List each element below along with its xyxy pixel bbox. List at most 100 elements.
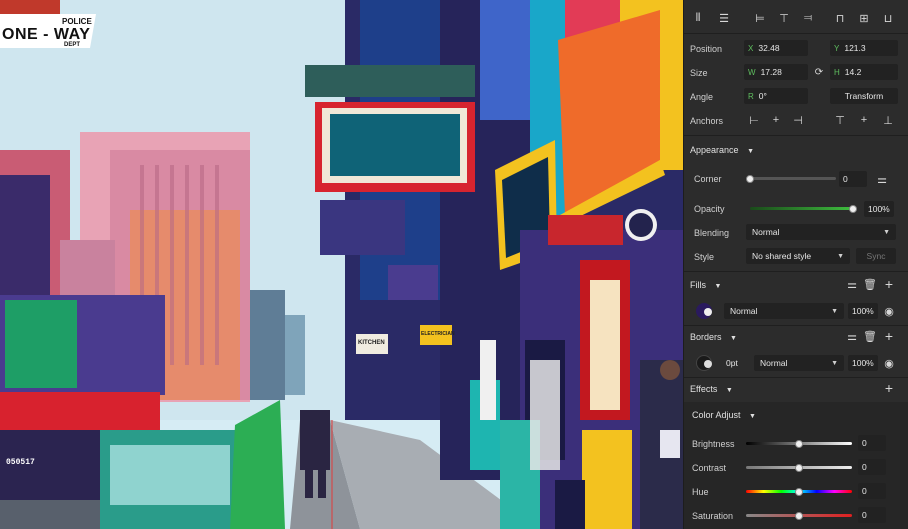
contrast-label: Contrast: [692, 463, 727, 473]
borders-title: Borders: [690, 332, 722, 342]
x-value: 32.48: [758, 43, 780, 53]
fill-opacity-value[interactable]: 100%: [848, 303, 878, 319]
style-label: Style: [694, 252, 715, 262]
shared-style-select[interactable]: No shared style ▼: [746, 248, 850, 264]
lock-proportions-icon[interactable]: ⟳: [811, 64, 827, 80]
opacity-slider-knob[interactable]: [849, 205, 857, 213]
dept-label: DEPT: [64, 42, 81, 48]
inspector-panel: ⫴ ☰ ⊨ ⊤ ⫤ ⊓ ⊞ ⊔ Position X 32.48 Y 121.3…: [683, 0, 908, 529]
fill-blend-select[interactable]: Normal ▼: [724, 303, 844, 319]
saturation-value[interactable]: 0: [858, 507, 886, 523]
corner-value[interactable]: 0: [839, 171, 867, 187]
hue-value[interactable]: 0: [858, 483, 886, 499]
caret-down-icon: ▼: [831, 359, 838, 367]
sync-button[interactable]: Sync: [856, 248, 896, 264]
border-settings-icon[interactable]: ⚌: [844, 328, 860, 344]
add-effect-icon[interactable]: +: [881, 380, 897, 396]
anchor-center-h-icon[interactable]: +: [768, 112, 784, 128]
align-middle-icon[interactable]: ⊞: [856, 10, 872, 26]
color-adjust-title: Color Adjust: [692, 410, 741, 420]
effects-section-header[interactable]: Effects ▼: [690, 384, 733, 394]
chevron-down-icon: ▼: [714, 283, 722, 290]
corner-label: Corner: [694, 174, 722, 184]
opacity-value[interactable]: 100%: [864, 201, 894, 217]
r-prefix: R: [748, 91, 754, 101]
corner-settings-icon[interactable]: ⚌: [874, 171, 890, 187]
kitchen-sign: KITCHEN: [358, 340, 385, 346]
position-x-field[interactable]: X 32.48: [744, 40, 808, 56]
opacity-slider-track[interactable]: [750, 207, 854, 210]
anchor-center-v-icon[interactable]: +: [856, 112, 872, 128]
anchor-right-icon[interactable]: ⊣: [790, 112, 806, 128]
border-opacity-value[interactable]: 100%: [848, 355, 878, 371]
saturation-label: Saturation: [692, 511, 734, 521]
blending-label: Blending: [694, 228, 730, 238]
opacity-label: Opacity: [694, 204, 725, 214]
trash-icon[interactable]: 🗑: [862, 328, 878, 344]
brightness-slider-knob[interactable]: [795, 440, 803, 448]
divider: [684, 271, 908, 272]
design-canvas[interactable]: ONE - WAY POLICE DEPT KITCHEN ELECTRICIA…: [0, 0, 683, 529]
size-w-field[interactable]: W 17.28: [744, 64, 808, 80]
brightness-label: Brightness: [692, 439, 735, 449]
app-window: ONE - WAY POLICE DEPT KITCHEN ELECTRICIA…: [0, 0, 908, 529]
align-bottom-icon[interactable]: ⊔: [880, 10, 896, 26]
fill-blend-value: Normal: [730, 306, 758, 316]
contrast-value[interactable]: 0: [858, 459, 886, 475]
eye-icon[interactable]: ◉: [881, 355, 897, 371]
blending-select[interactable]: Normal ▼: [746, 224, 896, 240]
transform-button[interactable]: Transform: [830, 88, 898, 104]
angle-label: Angle: [690, 92, 714, 102]
divider: [684, 135, 908, 136]
chevron-down-icon: ▼: [730, 335, 737, 342]
eye-icon[interactable]: ◉: [881, 303, 897, 319]
add-border-icon[interactable]: +: [881, 328, 897, 344]
anchor-bottom-icon[interactable]: ⊥: [880, 112, 896, 128]
align-left-icon[interactable]: ⊨: [752, 10, 768, 26]
corner-slider-track[interactable]: [750, 177, 836, 180]
anchors-label: Anchors: [690, 116, 724, 126]
caret-down-icon: ▼: [883, 228, 890, 236]
street-illustration: [0, 0, 683, 529]
brightness-value[interactable]: 0: [858, 435, 886, 451]
fill-color-indicator: [704, 308, 712, 316]
chevron-down-icon: ▼: [749, 413, 756, 420]
hue-slider-knob[interactable]: [795, 488, 803, 496]
saturation-slider-knob[interactable]: [795, 512, 803, 520]
anchor-top-icon[interactable]: ⊤: [832, 112, 848, 128]
style-value: No shared style: [752, 251, 812, 261]
fill-settings-icon[interactable]: ⚌: [844, 276, 860, 292]
borders-section-header[interactable]: Borders ▼: [690, 332, 737, 342]
color-adjust-header[interactable]: Color Adjust ▼: [692, 410, 756, 420]
border-width-value[interactable]: 0pt: [722, 355, 752, 371]
position-y-field[interactable]: Y 121.3: [830, 40, 898, 56]
blending-value: Normal: [752, 227, 780, 237]
border-blend-select[interactable]: Normal ▼: [754, 355, 844, 371]
chevron-down-icon: ▼: [747, 148, 754, 155]
h-prefix: H: [834, 67, 840, 77]
size-label: Size: [690, 68, 708, 78]
size-h-field[interactable]: H 14.2: [830, 64, 898, 80]
align-top-icon[interactable]: ⊓: [832, 10, 848, 26]
r-value: 0°: [758, 91, 767, 101]
chevron-down-icon: ▼: [725, 387, 733, 394]
anchor-left-icon[interactable]: ⊢: [746, 112, 762, 128]
x-prefix: X: [748, 43, 754, 53]
contrast-slider-knob[interactable]: [795, 464, 803, 472]
appearance-section-header[interactable]: Appearance ▼: [690, 145, 754, 155]
y-value: 121.3: [844, 43, 866, 53]
rotation-field[interactable]: R 0°: [744, 88, 808, 104]
align-right-icon[interactable]: ⫤: [800, 10, 816, 26]
trash-icon[interactable]: 🗑: [862, 276, 878, 292]
fills-title: Fills: [690, 280, 706, 290]
corner-slider-knob[interactable]: [746, 175, 754, 183]
distribute-horizontal-icon[interactable]: ⫴: [690, 10, 706, 26]
effects-title: Effects: [690, 384, 718, 394]
h-value: 14.2: [844, 67, 862, 77]
border-color-indicator: [704, 360, 712, 368]
y-prefix: Y: [834, 43, 840, 53]
add-fill-icon[interactable]: +: [881, 276, 897, 292]
distribute-vertical-icon[interactable]: ☰: [716, 10, 732, 26]
fills-section-header[interactable]: Fills ▼: [690, 280, 721, 290]
align-center-horizontal-icon[interactable]: ⊤: [776, 10, 792, 26]
